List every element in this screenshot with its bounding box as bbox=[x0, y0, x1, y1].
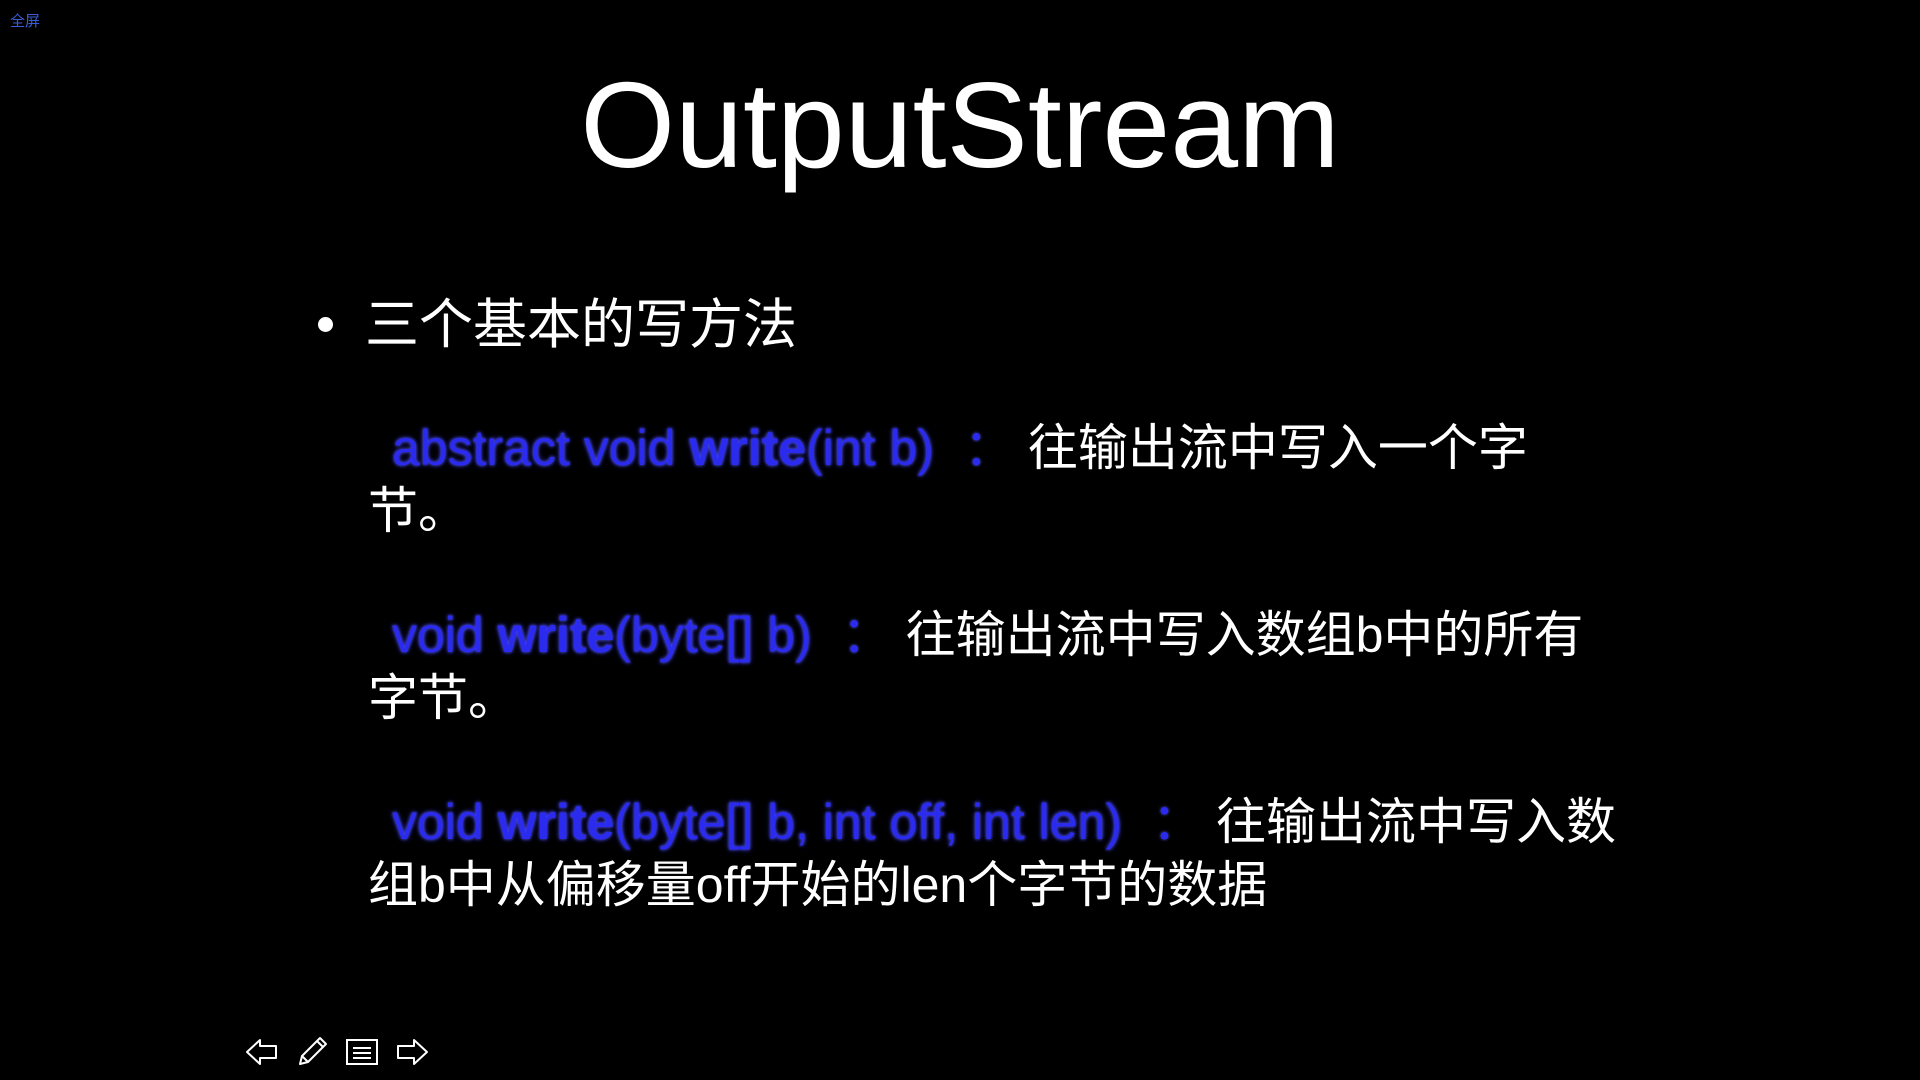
code-params: (byte[] b) bbox=[614, 607, 812, 663]
pencil-icon bbox=[299, 1037, 327, 1065]
arrow-right-icon bbox=[397, 1039, 428, 1065]
code-params: (byte[] b, int off, int len) bbox=[614, 794, 1122, 850]
method-signature: void write(byte[] b, int off, int len) bbox=[368, 794, 1122, 850]
method-colon: ： bbox=[841, 607, 892, 663]
code-method-name: write bbox=[497, 794, 615, 850]
method-colon: ： bbox=[1152, 794, 1202, 850]
next-slide-button[interactable] bbox=[394, 1034, 430, 1070]
menu-icon bbox=[346, 1039, 378, 1065]
method-colon: ： bbox=[963, 420, 1014, 476]
code-prefix: void bbox=[392, 794, 498, 850]
method-item-write-bytes-offset: void write(byte[] b, int off, int len)：往… bbox=[368, 791, 1618, 917]
previous-slide-button[interactable] bbox=[244, 1034, 280, 1070]
code-method-name: write bbox=[689, 420, 807, 476]
bullet-dot-icon bbox=[318, 317, 333, 333]
code-prefix: abstract void bbox=[392, 420, 690, 476]
method-item-write-bytes: void write(byte[] b)：往输出流中写入数组b中的所有字节。 bbox=[368, 604, 1618, 730]
method-signature: abstract void write(int b) bbox=[368, 420, 934, 476]
slide-toolbar bbox=[244, 1034, 430, 1070]
method-signature: void write(byte[] b) bbox=[368, 607, 812, 663]
method-item-write-int: abstract void write(int b)：往输出流中写入一个字节。 bbox=[368, 417, 1618, 543]
fullscreen-link[interactable]: 全屏 bbox=[10, 10, 40, 31]
pen-tool-button[interactable] bbox=[294, 1034, 330, 1070]
slide-menu-button[interactable] bbox=[344, 1034, 380, 1070]
bullet-item: 三个基本的写方法 bbox=[318, 292, 797, 358]
bullet-text: 三个基本的写方法 bbox=[365, 295, 797, 355]
arrow-left-icon bbox=[246, 1039, 277, 1065]
slide-title: OutputStream bbox=[580, 57, 1340, 193]
code-method-name: write bbox=[497, 607, 615, 663]
code-params: (int b) bbox=[806, 420, 934, 476]
code-prefix: void bbox=[392, 607, 498, 663]
